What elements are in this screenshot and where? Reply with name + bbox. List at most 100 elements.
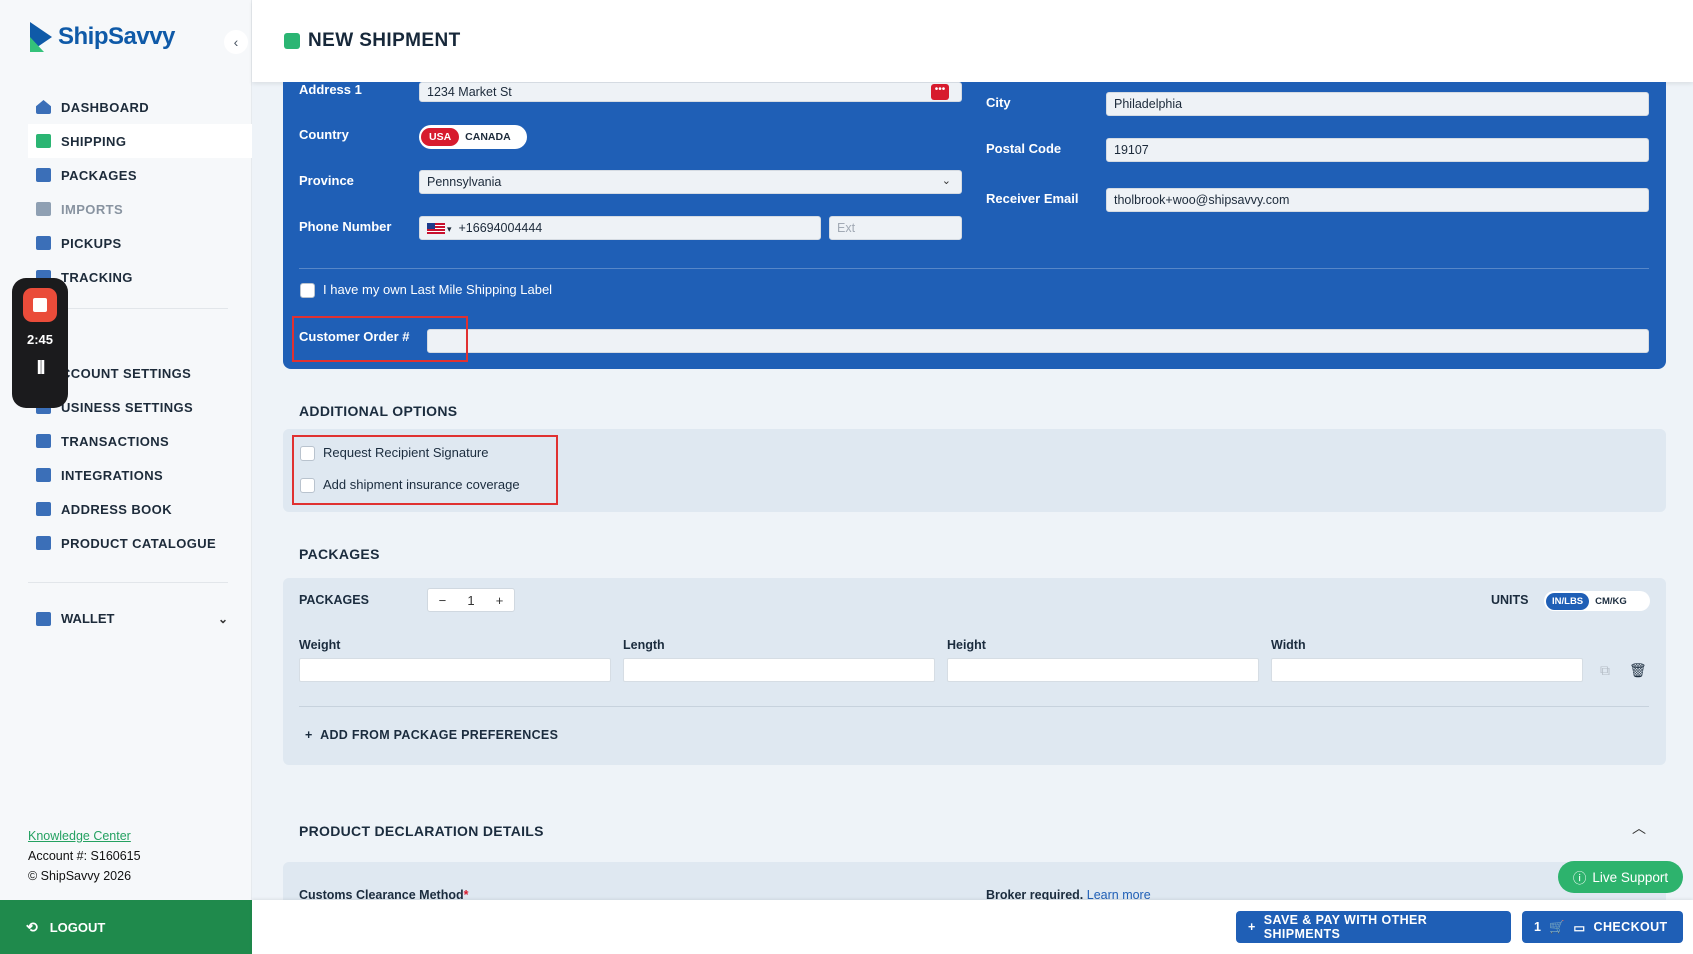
wallet-label: WALLET — [61, 611, 115, 626]
product-declaration-title: PRODUCT DECLARATION DETAILS — [299, 823, 544, 839]
phone-label: Phone Number — [299, 219, 392, 234]
sidebar-item-shipping[interactable]: SHIPPING — [28, 124, 252, 158]
card-icon: ▭ — [1573, 920, 1586, 935]
province-select[interactable]: Pennsylvania ⌄ — [419, 170, 962, 194]
weight-input[interactable] — [299, 658, 611, 682]
trash-icon[interactable]: 🗑 — [1629, 662, 1647, 678]
chevron-up-icon[interactable]: ︿ — [1632, 818, 1646, 838]
cart-icon: 🛒 — [1549, 919, 1566, 934]
width-input[interactable] — [1271, 658, 1583, 682]
sidebar-item-label: USINESS SETTINGS — [61, 399, 194, 415]
cart-count: 1 — [1534, 920, 1542, 934]
country-option-canada[interactable]: CANADA — [465, 131, 511, 143]
plus-icon: + — [1248, 920, 1256, 934]
receiver-email-label: Receiver Email — [986, 191, 1079, 206]
logo-mark-icon — [30, 22, 52, 52]
wallet-icon — [36, 611, 51, 626]
imports-icon — [36, 202, 51, 216]
add-from-preferences-button[interactable]: + ADD FROM PACKAGE PREFERENCES — [305, 728, 558, 742]
address1-label: Address 1 — [299, 82, 362, 97]
save-pay-button[interactable]: + SAVE & PAY WITH OTHER SHIPMENTS — [1236, 911, 1511, 943]
packages-panel: PACKAGES − 1 + UNITS IN/LBS CM/KG Weight… — [283, 578, 1666, 765]
sidebar-item-address-book[interactable]: ADDRESS BOOK — [28, 492, 252, 526]
us-flag-icon[interactable] — [427, 223, 445, 235]
sidebar-item-label: SHIPPING — [61, 133, 127, 149]
checkout-label: CHECKOUT — [1593, 920, 1668, 934]
help-icon: ⓘ — [1572, 871, 1587, 886]
duplicate-package-icon[interactable]: ⧉ — [1597, 662, 1613, 678]
country-option-usa[interactable]: USA — [421, 128, 460, 146]
page-title: NEW SHIPMENT — [308, 30, 461, 51]
receiver-email-input[interactable]: tholbrook+woo@shipsavvy.com — [1106, 188, 1649, 212]
add-from-preferences-label: ADD FROM PACKAGE PREFERENCES — [320, 728, 559, 742]
receiver-address-form: Address 1 1234 Market St ••• Country USA… — [283, 82, 1666, 369]
product-catalogue-icon — [36, 536, 51, 550]
sidebar-item-label: DASHBOARD — [61, 99, 150, 115]
logout-icon: ⟲ — [26, 918, 38, 935]
length-input[interactable] — [623, 658, 935, 682]
increment-button[interactable]: + — [496, 593, 504, 608]
stop-recording-button[interactable] — [23, 288, 57, 322]
highlight-box — [292, 435, 558, 505]
length-label: Length — [623, 638, 665, 652]
sidebar-item-label: INTEGRATIONS — [61, 467, 164, 483]
height-label: Height — [947, 638, 986, 652]
live-support-label: Live Support — [1592, 869, 1669, 885]
checkout-button[interactable]: 1 🛒 ▭ CHECKOUT — [1522, 911, 1683, 943]
sidebar-item-imports[interactable]: IMPORTS — [28, 192, 252, 226]
integrations-icon — [36, 468, 51, 482]
pause-recording-icon[interactable]: II — [36, 357, 45, 380]
copyright: © ShipSavvy 2026 — [28, 869, 132, 883]
bottom-action-bar: + SAVE & PAY WITH OTHER SHIPMENTS 1 🛒 ▭ … — [252, 900, 1693, 954]
knowledge-center-link[interactable]: Knowledge Center — [28, 829, 131, 843]
units-option-in-lbs[interactable]: IN/LBS — [1546, 592, 1590, 610]
sidebar-item-product-catalogue[interactable]: PRODUCT CATALOGUE — [28, 526, 252, 560]
packages-icon — [36, 168, 51, 182]
postal-code-label: Postal Code — [986, 141, 1062, 156]
account-number: Account #: S160615 — [28, 849, 141, 863]
wallet-dropdown[interactable]: WALLET ⌄ — [28, 611, 228, 626]
package-count: 1 — [467, 592, 475, 608]
phone-ext-input[interactable]: Ext — [829, 216, 962, 240]
last-mile-checkbox[interactable] — [300, 283, 315, 298]
units-option-cm-kg[interactable]: CM/KG — [1595, 596, 1627, 607]
home-icon — [36, 100, 51, 114]
logout-button[interactable]: ⟲ LOGOUT — [0, 900, 252, 954]
decrement-button[interactable]: − — [439, 593, 447, 608]
city-input[interactable]: Philadelphia — [1106, 92, 1649, 116]
sidebar-item-integrations[interactable]: INTEGRATIONS — [28, 458, 252, 492]
collapse-sidebar-icon[interactable]: ‹ — [224, 30, 248, 54]
country-toggle[interactable]: USA CANADA — [419, 125, 527, 149]
sidebar-item-label: CCOUNT SETTINGS — [61, 365, 192, 381]
phone-input[interactable]: ▾ +16694004444 — [419, 216, 821, 240]
height-input[interactable] — [947, 658, 1259, 682]
additional-options-title: ADDITIONAL OPTIONS — [299, 403, 458, 419]
postal-code-input[interactable]: 19107 — [1106, 138, 1649, 162]
phone-value: +16694004444 — [458, 221, 543, 235]
save-pay-label: SAVE & PAY WITH OTHER SHIPMENTS — [1263, 913, 1428, 941]
sidebar-item-dashboard[interactable]: DASHBOARD — [28, 90, 252, 124]
sidebar-item-label: IMPORTS — [61, 201, 124, 217]
live-support-button[interactable]: ⓘ Live Support — [1558, 861, 1683, 893]
additional-options-panel: Request Recipient Signature Add shipment… — [283, 429, 1666, 512]
shipping-box-icon — [36, 134, 51, 148]
transactions-icon — [36, 434, 51, 448]
customer-order-input[interactable] — [427, 329, 1649, 353]
shipsavvy-logo[interactable]: ShipSavvy — [30, 22, 175, 52]
sidebar-item-packages[interactable]: PACKAGES — [28, 158, 252, 192]
packages-divider — [299, 706, 1649, 707]
shipping-box-icon — [284, 33, 300, 49]
sidebar-item-transactions[interactable]: TRANSACTIONS — [28, 424, 252, 458]
last-mile-label: I have my own Last Mile Shipping Label — [323, 282, 553, 297]
units-toggle[interactable]: IN/LBS CM/KG — [1544, 591, 1650, 611]
sidebar-item-label: TRANSACTIONS — [61, 433, 170, 449]
highlight-box — [292, 316, 468, 362]
page-header: NEW SHIPMENT — [252, 0, 1693, 82]
pickups-icon — [36, 236, 51, 250]
width-label: Width — [1271, 638, 1306, 652]
country-label: Country — [299, 127, 349, 142]
address1-input[interactable]: 1234 Market St — [419, 82, 962, 102]
more-options-icon[interactable]: ••• — [931, 84, 949, 100]
package-quantity-stepper[interactable]: − 1 + — [427, 588, 515, 612]
sidebar-item-pickups[interactable]: PICKUPS — [28, 226, 252, 260]
